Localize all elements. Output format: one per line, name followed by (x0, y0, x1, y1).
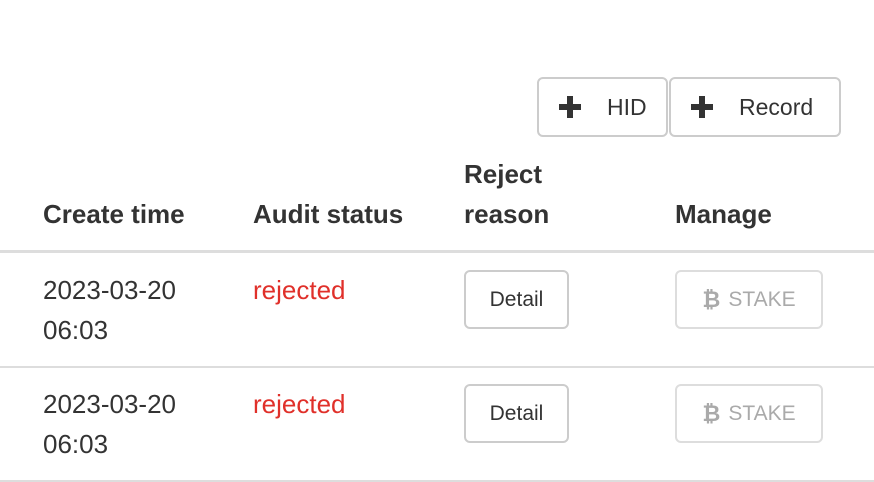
detail-button-label: Detail (489, 401, 544, 425)
add-record-label: Record (739, 93, 814, 120)
detail-button[interactable]: Detail (464, 384, 569, 443)
header-create-time: Create time (43, 199, 185, 229)
create-time-cell: 2023-03-20 06:03 (43, 275, 176, 345)
detail-button-label: Detail (489, 287, 544, 311)
table-row: 2023-03-20 06:03 rejected Detail ₿ STAKE (0, 367, 874, 482)
stake-button-label: STAKE (728, 401, 796, 425)
audit-status-cell: rejected (253, 275, 346, 305)
audit-status-cell: rejected (253, 389, 346, 419)
add-hid-button[interactable]: HID (537, 77, 668, 137)
header-reject-reason: Reject reason (464, 159, 550, 229)
header-audit-status: Audit status (253, 199, 404, 229)
add-hid-label: HID (607, 93, 647, 120)
table-row: 2023-03-20 06:03 rejected Detail ₿ STAKE (0, 253, 874, 368)
add-record-button[interactable]: Record (669, 77, 841, 137)
table-header: Create time Audit status Reject reason M… (0, 150, 874, 253)
stake-button[interactable]: ₿ STAKE (675, 384, 823, 443)
create-time-cell: 2023-03-20 06:03 (43, 389, 176, 459)
plus-icon (691, 96, 713, 118)
bitcoin-icon: ₿ (702, 286, 721, 312)
header-manage: Manage (675, 199, 772, 229)
stake-button-label: STAKE (728, 287, 796, 311)
detail-button[interactable]: Detail (464, 270, 569, 329)
plus-icon (559, 96, 581, 118)
bitcoin-icon: ₿ (702, 400, 721, 426)
toolbar: HID Record (537, 77, 841, 137)
stake-button[interactable]: ₿ STAKE (675, 270, 823, 329)
